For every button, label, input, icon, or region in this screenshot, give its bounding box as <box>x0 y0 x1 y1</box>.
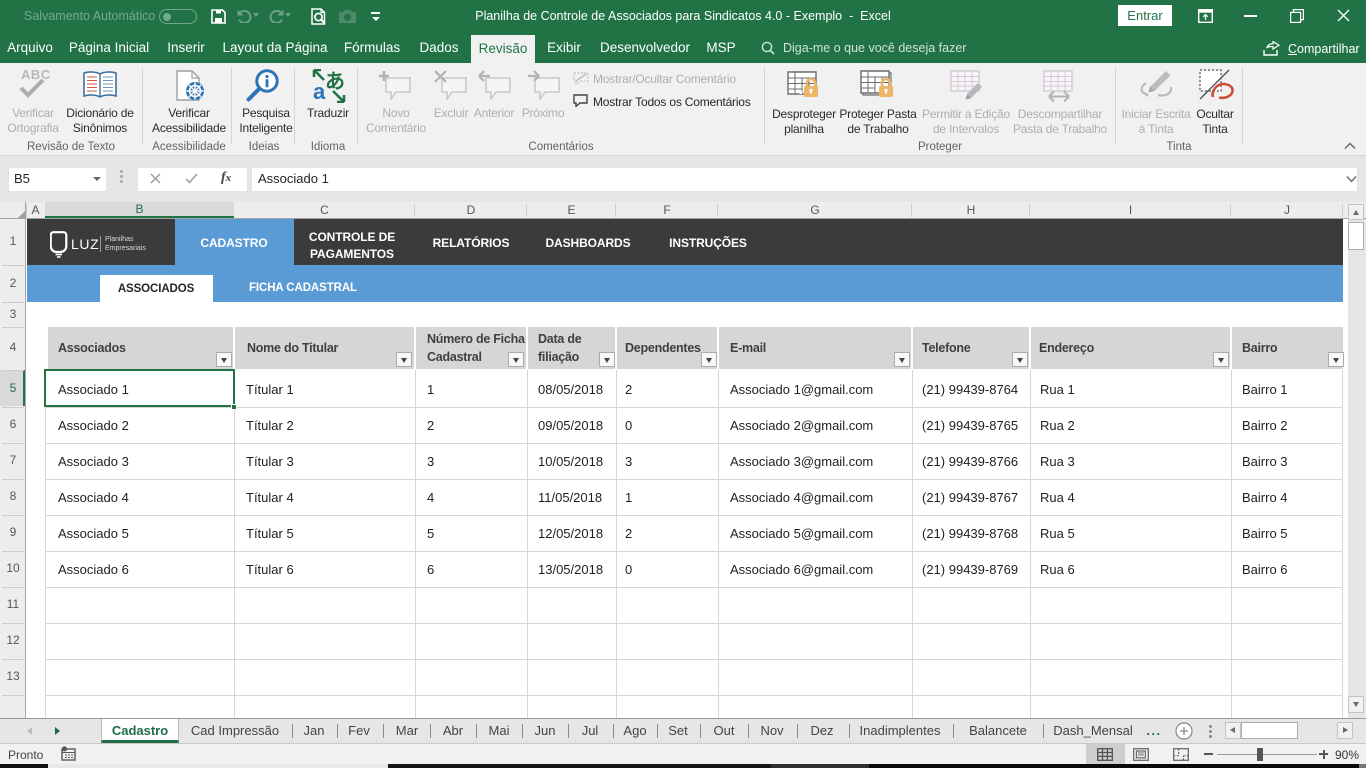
svg-text:あ: あ <box>325 70 345 93</box>
svg-text:a: a <box>313 79 326 103</box>
